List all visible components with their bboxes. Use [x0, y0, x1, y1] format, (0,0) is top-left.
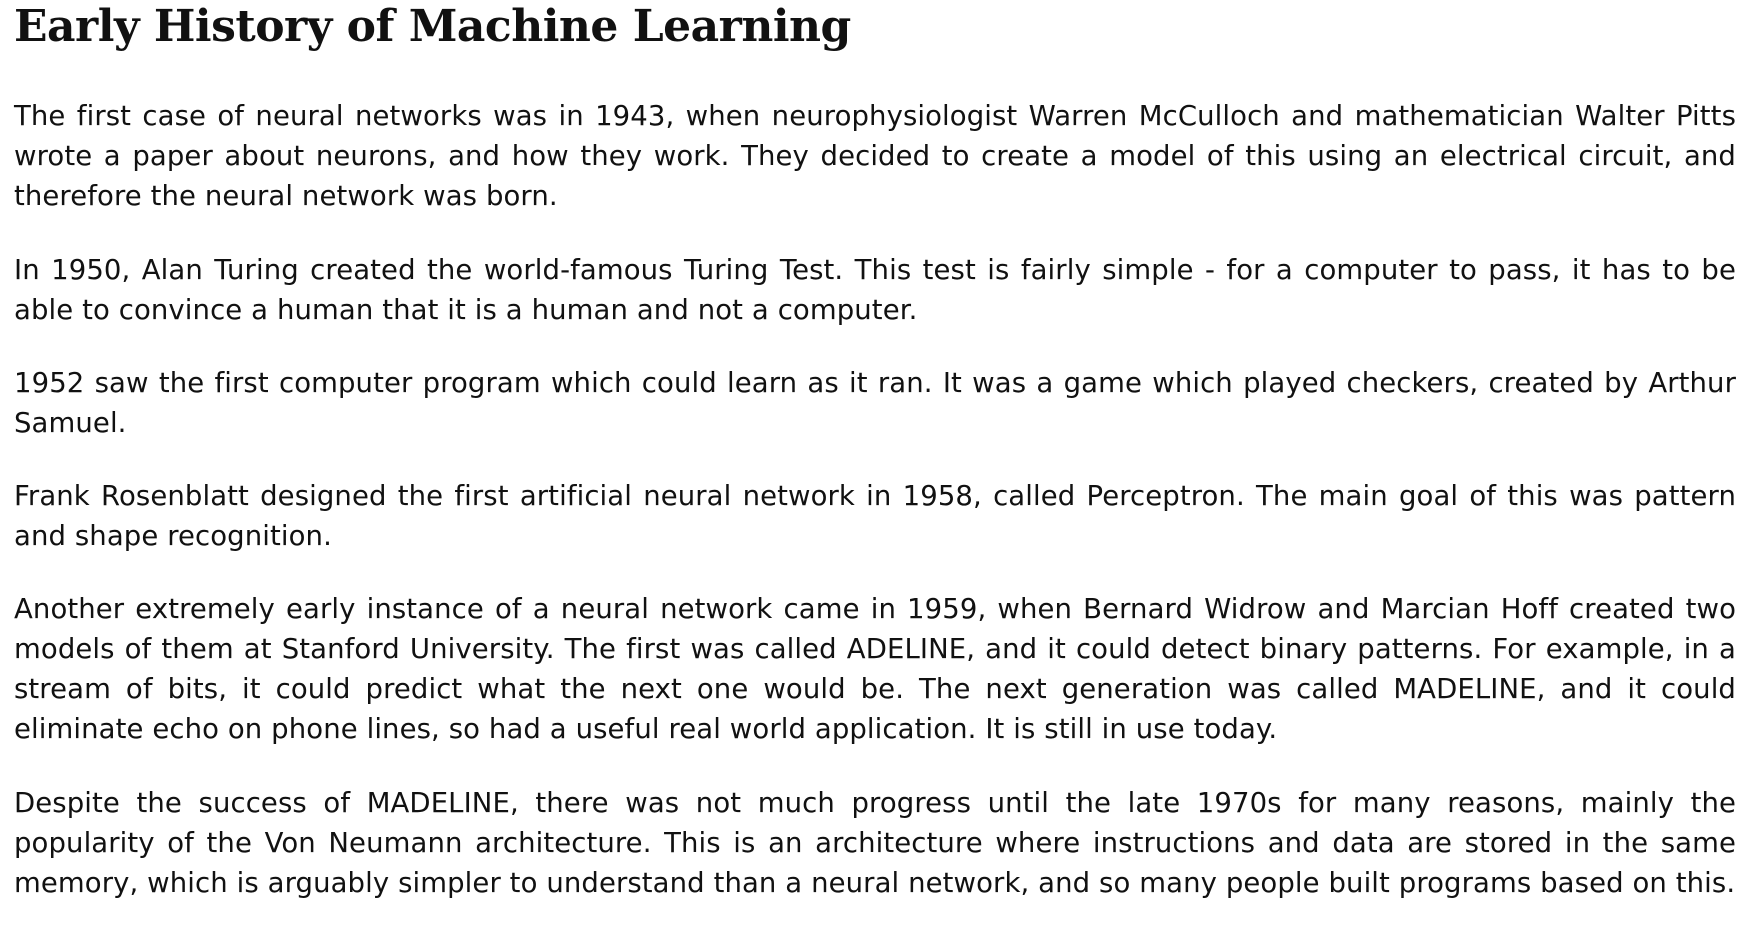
paragraph-1970s-von-neumann: Despite the success of MADELINE, there w…	[14, 787, 1736, 899]
paragraph-1958-perceptron: Frank Rosenblatt designed the first arti…	[14, 480, 1736, 552]
page-title: Early History of Machine Learning	[14, 1, 851, 52]
article: Early History of Machine Learning The fi…	[14, 0, 1736, 900]
paragraph-1959-adeline-madeline: Another extremely early instance of a ne…	[14, 593, 1736, 745]
paragraph-1943-neural-networks: The first case of neural networks was in…	[14, 100, 1736, 212]
paragraph-1952-checkers: 1952 saw the first computer program whic…	[14, 367, 1736, 439]
paragraph-1950-turing-test: In 1950, Alan Turing created the world-f…	[14, 254, 1736, 326]
